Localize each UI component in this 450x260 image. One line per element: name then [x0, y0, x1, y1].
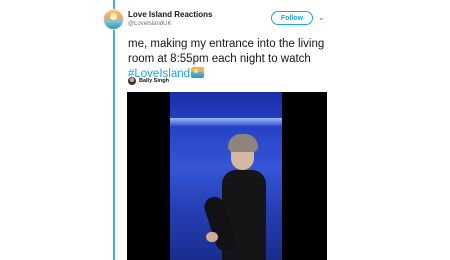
author-avatar[interactable]: [103, 9, 124, 30]
tweet-body: me, making my entrance into the living r…: [128, 38, 325, 65]
tagged-user[interactable]: Bally Singh: [128, 77, 169, 85]
tweet-text: me, making my entrance into the living r…: [128, 37, 348, 82]
video-player[interactable]: [127, 92, 327, 260]
follow-button[interactable]: Follow: [271, 11, 313, 25]
tagged-user-avatar: [128, 77, 136, 85]
stage-light: [170, 118, 282, 126]
person-hand: [206, 232, 218, 242]
chevron-down-icon[interactable]: ⌄: [318, 13, 325, 22]
avatar-sun-shape: [110, 13, 117, 20]
person-hair: [228, 134, 258, 152]
thread-line: [113, 0, 115, 260]
video-frame: [170, 92, 282, 260]
tagged-user-name: Bally Singh: [139, 78, 169, 84]
sunset-emoji-icon: [191, 67, 205, 78]
author-name[interactable]: Love Island Reactions: [128, 10, 212, 19]
author-handle[interactable]: @LoveIslandUK: [128, 21, 171, 27]
